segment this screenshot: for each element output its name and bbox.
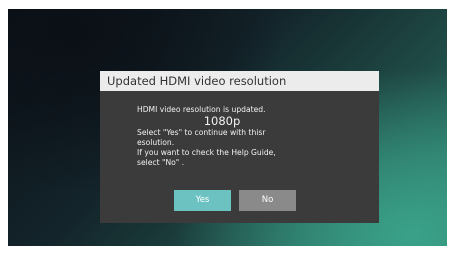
- dialog-title: Updated HDMI video resolution: [100, 71, 379, 91]
- message-line-select-yes: Select "Yes" to continue with thisr: [137, 128, 266, 137]
- dialog-message: HDMI video resolution is updated. 1080p …: [137, 105, 367, 168]
- message-line-resolution: esolution.: [137, 138, 175, 147]
- resolution-value: 1080p: [203, 114, 241, 128]
- no-button[interactable]: No: [239, 190, 296, 211]
- tv-screen: Updated HDMI video resolution HDMI video…: [8, 9, 447, 246]
- yes-button[interactable]: Yes: [174, 190, 231, 211]
- message-line-updated: HDMI video resolution is updated.: [137, 105, 266, 114]
- hdmi-resolution-dialog: Updated HDMI video resolution HDMI video…: [100, 71, 379, 223]
- message-line-select-no: select "No" .: [137, 158, 185, 167]
- message-line-help-guide: If you want to check the Help Guide,: [137, 148, 276, 157]
